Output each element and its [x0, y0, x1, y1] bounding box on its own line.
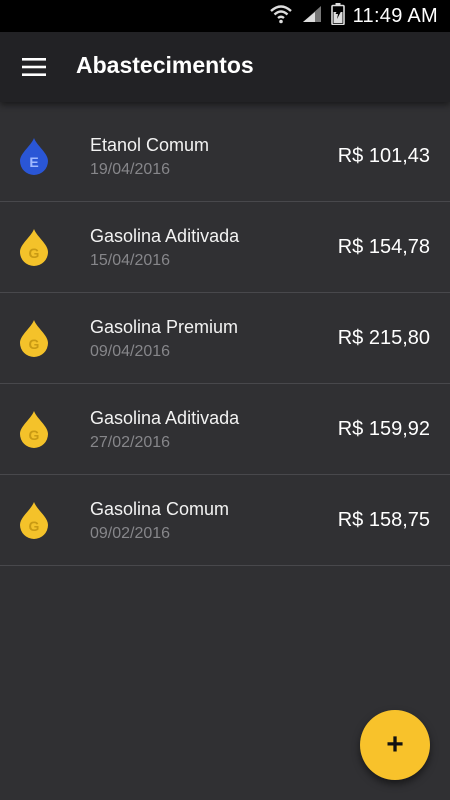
menu-icon — [22, 58, 46, 76]
status-icons: 11:49 AM — [269, 0, 438, 32]
gasoline-drop-icon: G — [20, 229, 48, 266]
ethanol-drop-icon: E — [20, 138, 48, 175]
list-item[interactable]: G Gasolina Aditivada 27/02/2016 R$ 159,9… — [0, 384, 450, 475]
gasoline-drop-icon: G — [20, 320, 48, 357]
fuel-name: Gasolina Comum — [90, 499, 230, 519]
fuel-name: Etanol Comum — [90, 135, 210, 155]
fuel-type-letter: E — [29, 154, 38, 170]
fuel-name: Gasolina Aditivada — [90, 226, 240, 246]
fuel-type-letter: G — [29, 427, 40, 443]
fuel-price: R$ 101,43 — [337, 145, 430, 167]
list-item[interactable]: G Gasolina Premium 09/04/2016 R$ 215,80 — [0, 293, 450, 384]
page-title: Abastecimentos — [76, 52, 254, 78]
fuel-price: R$ 154,78 — [337, 236, 430, 258]
status-time: 11:49 AM — [352, 4, 438, 27]
plus-icon: + — [386, 728, 404, 761]
fuel-date: 19/04/2016 — [90, 161, 171, 178]
signal-icon — [301, 4, 323, 29]
menu-button[interactable] — [14, 47, 54, 87]
fuel-price: R$ 215,80 — [337, 327, 430, 349]
list-item[interactable]: E Etanol Comum 19/04/2016 R$ 101,43 — [0, 111, 450, 202]
fuel-type-letter: G — [29, 336, 40, 352]
list-item[interactable]: G Gasolina Comum 09/02/2016 R$ 158,75 — [0, 475, 450, 566]
fuel-type-letter: G — [29, 245, 40, 261]
fuel-price: R$ 158,75 — [337, 509, 430, 531]
fuel-date: 09/04/2016 — [90, 343, 171, 360]
app-bar: Abastecimentos — [0, 32, 450, 102]
status-bar: 11:49 AM — [0, 0, 450, 32]
wifi-icon — [269, 3, 293, 30]
fuel-name: Gasolina Aditivada — [90, 408, 240, 428]
gasoline-drop-icon: G — [20, 502, 48, 539]
gasoline-drop-icon: G — [20, 411, 48, 448]
fuel-date: 09/02/2016 — [90, 525, 171, 542]
list-item[interactable]: G Gasolina Aditivada 15/04/2016 R$ 154,7… — [0, 202, 450, 293]
fuel-date: 27/02/2016 — [90, 434, 171, 451]
battery-icon — [330, 2, 345, 30]
fuel-type-letter: G — [29, 518, 40, 534]
fuel-price: R$ 159,92 — [337, 418, 430, 440]
fuel-date: 15/04/2016 — [90, 252, 171, 269]
fuel-name: Gasolina Premium — [90, 317, 239, 337]
add-refuel-button[interactable]: + — [360, 710, 430, 780]
refuel-list: E Etanol Comum 19/04/2016 R$ 101,43 G Ga… — [0, 111, 450, 566]
